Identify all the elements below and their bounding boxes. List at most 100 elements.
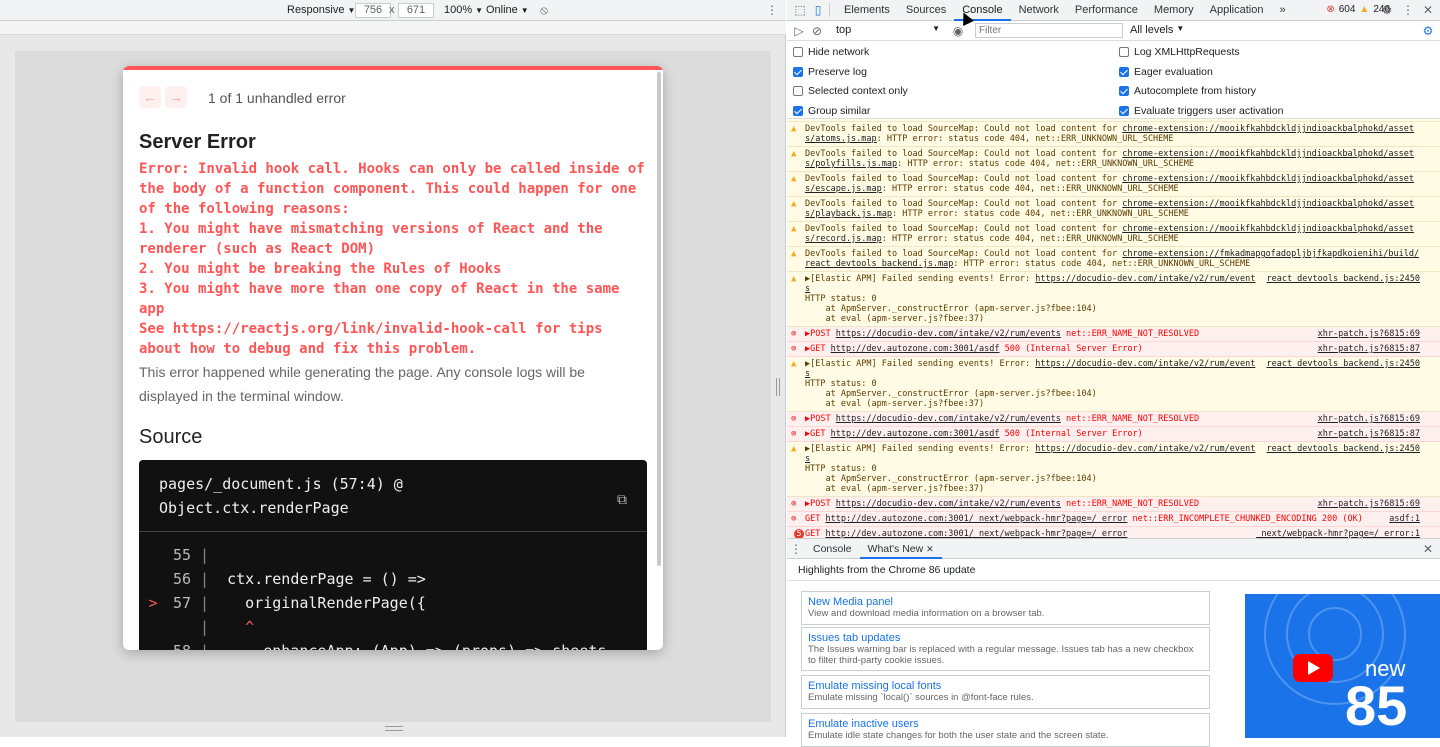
viewport-resize-handle[interactable] [776,378,780,396]
line-gutter: | [191,570,210,588]
message-url-link[interactable]: https://docudio-dev.com/intake/v2/rum/ev… [836,414,1061,424]
drawer-menu-icon[interactable]: ⋮ [787,540,805,558]
console-message[interactable]: ▲ DevTools failed to load SourceMap: Coul… [787,197,1440,222]
width-input[interactable]: 756 [355,3,391,18]
close-devtools-icon[interactable]: ✕ [1419,1,1437,19]
clear-console-icon[interactable]: ⊘ [808,22,826,40]
viewport-bottom-handle[interactable] [385,726,403,731]
setting-hide-network[interactable]: Hide network [793,46,869,58]
console-message[interactable]: ▲ DevTools failed to load SourceMap: Coul… [787,247,1440,272]
message-url-link[interactable]: http://dev.autozone.com:3001/_next/webpa… [825,514,1127,524]
drawer-tab-console[interactable]: Console [805,539,860,559]
context-select[interactable]: top ▼ [836,24,940,36]
close-tab-icon[interactable]: ✕ [926,544,934,554]
console-message[interactable]: ⊗ xhr-patch.js?6815:69 ▶POST https://docud… [787,497,1440,512]
console-message[interactable]: ▲ DevTools failed to load SourceMap: Coul… [787,147,1440,172]
drawer-tab-whats-new[interactable]: What's New ✕ [859,539,942,559]
card-title[interactable]: Emulate missing local fonts [808,680,1203,692]
overlay-scrollbar[interactable] [657,72,661,566]
close-drawer-icon[interactable]: ✕ [1419,540,1437,558]
message-url-link[interactable]: http://dev.autozone.com:3001/asdf [831,344,1000,354]
checkbox[interactable] [1119,66,1129,77]
message-source-link[interactable]: asdf:1 [1389,514,1420,524]
tab-network[interactable]: Network [1011,0,1067,21]
zoom-select[interactable]: 100% ▼ [444,4,483,16]
message-source-link[interactable]: xhr-patch.js?6815:87 [1318,429,1420,439]
customize-menu-icon[interactable]: ⋮ [1399,1,1417,19]
card-title[interactable]: Issues tab updates [808,632,1203,644]
tab-application[interactable]: Application [1202,0,1272,21]
checkbox[interactable] [793,86,803,96]
card-title[interactable]: Emulate inactive users [808,718,1203,730]
height-input[interactable]: 671 [398,3,434,18]
setting-label: Hide network [808,46,870,58]
device-toggle-icon[interactable]: ▯ [809,1,827,19]
message-url-link[interactable]: https://docudio-dev.com/intake/v2/rum/ev… [836,329,1061,339]
setting-autocomplete-from-history[interactable]: Autocomplete from history [1119,85,1256,97]
setting-eager-evaluation[interactable]: Eager evaluation [1119,66,1213,78]
network-throttle-select[interactable]: Online ▼ [486,4,529,16]
checkbox[interactable] [1119,47,1129,57]
console-message[interactable]: ⊗ xhr-patch.js?6815:87 ▶GET http://dev.aut… [787,427,1440,442]
tab-performance[interactable]: Performance [1067,0,1146,21]
device-select[interactable]: Responsive ▼ [287,4,355,16]
message-source-link[interactable]: xhr-patch.js?6815:69 [1318,414,1420,424]
console-message[interactable]: ▲ react_devtools_backend.js:2450 ▶[Elastic… [787,272,1440,327]
console-message[interactable]: ⊗ xhr-patch.js?6815:87 ▶GET http://dev.aut… [787,342,1440,357]
inspect-element-icon[interactable]: ⬚ [791,1,809,19]
message-source-link[interactable]: xhr-patch.js?6815:69 [1318,499,1420,509]
more-options-icon[interactable]: ⋮ [763,1,781,19]
console-settings-gear-icon[interactable]: ⚙ [1419,22,1437,40]
message-url-link[interactable]: https://docudio-dev.com/intake/v2/rum/ev… [836,499,1061,509]
console-message[interactable]: ▲ DevTools failed to load SourceMap: Coul… [787,222,1440,247]
console-message[interactable]: 5 _next/webpack-hmr?page=/_error:1 GET htt… [787,527,1440,538]
setting-selected-context-only[interactable]: Selected context only [793,85,908,97]
setting-preserve-log[interactable]: Preserve log [793,66,867,78]
checkbox[interactable] [1119,105,1129,116]
message-url-link[interactable]: http://dev.autozone.com:3001/asdf [831,429,1000,439]
card-title[interactable]: New Media panel [808,596,1203,608]
console-message[interactable]: ⊗ xhr-patch.js?6815:69 ▶POST https://docud… [787,412,1440,427]
console-message[interactable]: ▲ DevTools failed to load SourceMap: Coul… [787,122,1440,147]
setting-evaluate-triggers-user-activation[interactable]: Evaluate triggers user activation [1119,105,1283,117]
file-reference[interactable]: pages/_document.js (57:4) @ Object.ctx.r… [159,472,539,520]
sidebar-toggle-icon[interactable]: ▷ [790,22,808,40]
checkbox[interactable] [1119,86,1129,96]
open-in-editor-icon[interactable]: ⧉ [617,488,627,512]
filter-input[interactable] [975,23,1123,38]
message-source-link[interactable]: react_devtools_backend.js:2450 [1266,444,1420,454]
log-levels-select[interactable]: All levels ▼ [1130,24,1184,36]
setting-group-similar[interactable]: Group similar [793,105,870,117]
tab-elements[interactable]: Elements [836,0,898,21]
whats-new-card[interactable]: New Media panel View and download media i… [801,591,1210,625]
console-message[interactable]: ▲ DevTools failed to load SourceMap: Coul… [787,172,1440,197]
whats-new-card[interactable]: Emulate inactive users Emulate idle state… [801,713,1210,747]
console-message[interactable]: ⊗ asdf:1 GET http://dev.autozone.com:3001/… [787,512,1440,527]
message-url-link[interactable]: http://dev.autozone.com:3001/_next/webpa… [825,529,1127,538]
message-source-link[interactable]: _next/webpack-hmr?page=/_error:1 [1256,529,1420,538]
line-number: 56 [172,570,191,588]
setting-log-xmlhttprequests[interactable]: Log XMLHttpRequests [1119,46,1240,58]
message-source-link[interactable]: react_devtools_backend.js:2450 [1266,359,1420,369]
checkbox[interactable] [793,105,803,116]
checkbox[interactable] [793,47,803,57]
console-message[interactable]: ⊗ xhr-patch.js?6815:69 ▶POST https://docud… [787,327,1440,342]
error-count[interactable]: 604 [1339,4,1356,15]
message-source-link[interactable]: react_devtools_backend.js:2450 [1266,274,1420,284]
more-tabs-button[interactable]: » [1271,0,1293,21]
setting-label: Log XMLHttpRequests [1134,46,1240,58]
tab-sources[interactable]: Sources [898,0,954,21]
settings-gear-icon[interactable]: ⚙ [1378,1,1396,19]
tab-memory[interactable]: Memory [1146,0,1202,21]
console-message[interactable]: ▲ react_devtools_backend.js:2450 ▶[Elastic… [787,357,1440,412]
whats-new-card[interactable]: Emulate missing local fonts Emulate missi… [801,675,1210,709]
prev-error-icon[interactable]: ← [139,86,161,108]
next-error-icon[interactable]: → [165,86,187,108]
chrome-promo-image[interactable]: new 85 [1245,594,1440,738]
rotate-icon[interactable]: ⦸ [535,1,553,19]
whats-new-card[interactable]: Issues tab updates The Issues warning bar… [801,627,1210,671]
message-source-link[interactable]: xhr-patch.js?6815:87 [1318,344,1420,354]
checkbox[interactable] [793,66,803,77]
message-source-link[interactable]: xhr-patch.js?6815:69 [1318,329,1420,339]
console-message[interactable]: ▲ react_devtools_backend.js:2450 ▶[Elastic… [787,442,1440,497]
